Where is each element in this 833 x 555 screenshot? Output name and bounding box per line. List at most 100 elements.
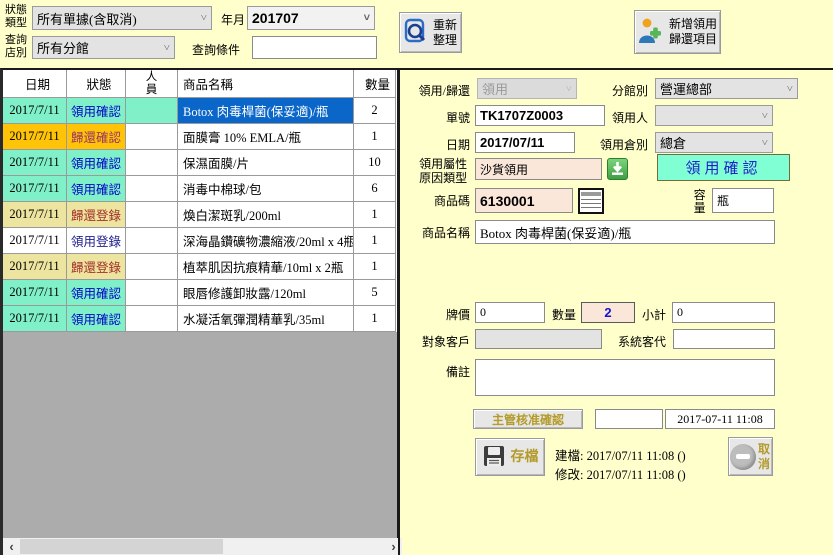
scrollbar-thumb[interactable] <box>20 539 223 554</box>
table-cell-status[interactable]: 領用確認 <box>67 280 126 306</box>
modified-timestamp: 修改: 2017/07/11 11:08 () <box>555 464 686 483</box>
table-cell-person[interactable] <box>126 124 178 150</box>
chevron-down-icon: ˅ <box>197 12 207 24</box>
syscode-input[interactable] <box>673 329 775 349</box>
table-row[interactable]: 2017/7/11領用確認 眼唇修護卸妝露/120ml5 <box>3 280 397 306</box>
table-cell-product[interactable]: 水凝活氧彈潤精華乳/35ml <box>178 306 354 332</box>
table-cell-qty[interactable]: 1 <box>354 124 396 150</box>
chevron-down-icon: ˅ <box>562 83 572 95</box>
table-cell-person[interactable] <box>126 228 178 254</box>
reason-input[interactable] <box>475 158 602 180</box>
note-label: 備註 <box>418 363 470 380</box>
table-row[interactable]: 2017/7/11領用確認 消毒中棉球/包6 <box>3 176 397 202</box>
product-lookup-button[interactable] <box>578 188 604 214</box>
table-cell-date[interactable]: 2017/7/11 <box>3 98 67 124</box>
date-input[interactable] <box>475 132 575 153</box>
table-cell-status[interactable]: 領用確認 <box>67 306 126 332</box>
table-cell-qty[interactable]: 1 <box>354 306 396 332</box>
table-cell-product[interactable]: 面膜膏 10% EMLA/瓶 <box>178 124 354 150</box>
add-item-button[interactable]: 新增領用歸還項目 <box>634 10 721 54</box>
cancel-button-label: 取消 <box>757 442 771 472</box>
table-cell-date[interactable]: 2017/7/11 <box>3 150 67 176</box>
table-cell-status[interactable]: 領用確認 <box>67 176 126 202</box>
doc-no-input[interactable] <box>475 105 605 126</box>
download-reason-button[interactable] <box>607 158 628 180</box>
table-cell-product[interactable]: 眼唇修護卸妝露/120ml <box>178 280 354 306</box>
table-cell-date[interactable]: 2017/7/11 <box>3 124 67 150</box>
refresh-button[interactable]: 重新整理 <box>399 12 462 53</box>
branch-select[interactable]: 營運總部 ˅ <box>655 78 798 99</box>
condition-label: 查詢條件 <box>192 41 240 58</box>
warehouse-label: 領用倉別 <box>588 136 648 153</box>
table-row[interactable]: 2017/7/11領用確認 Botox 肉毒桿菌(保妥適)/瓶2 <box>3 98 397 124</box>
table-cell-qty[interactable]: 1 <box>354 202 396 228</box>
product-name-input[interactable] <box>475 220 775 244</box>
table-row[interactable]: 2017/7/11領用登錄 深海晶鑽礦物濃縮液/20ml x 4瓶1 <box>3 228 397 254</box>
column-header-1: 狀態 <box>67 70 126 98</box>
table-cell-person[interactable] <box>126 150 178 176</box>
table-row[interactable]: 2017/7/11歸還確認 面膜膏 10% EMLA/瓶1 <box>3 124 397 150</box>
note-textarea[interactable] <box>475 359 775 396</box>
product-code-input[interactable] <box>475 188 573 213</box>
table-cell-product[interactable]: Botox 肉毒桿菌(保妥適)/瓶 <box>178 98 354 124</box>
approve-field-input[interactable] <box>595 409 663 429</box>
approve-time-input[interactable] <box>665 409 775 429</box>
condition-input[interactable] <box>252 36 377 59</box>
cancel-button[interactable]: 取消 <box>728 437 773 476</box>
table-empty-area <box>3 332 397 540</box>
capacity-input[interactable] <box>712 188 774 213</box>
minus-circle-icon <box>730 444 756 470</box>
table-cell-date[interactable]: 2017/7/11 <box>3 176 67 202</box>
save-button[interactable]: 存檔 <box>475 438 545 476</box>
table-cell-person[interactable] <box>126 306 178 332</box>
table-cell-qty[interactable]: 10 <box>354 150 396 176</box>
table-cell-date[interactable]: 2017/7/11 <box>3 280 67 306</box>
table-cell-qty[interactable]: 6 <box>354 176 396 202</box>
table-cell-product[interactable]: 消毒中棉球/包 <box>178 176 354 202</box>
yearmonth-select[interactable]: 201707 ˅ <box>247 6 375 30</box>
table-cell-product[interactable]: 煥白潔斑乳/200ml <box>178 202 354 228</box>
table-cell-status[interactable]: 領用確認 <box>67 150 126 176</box>
table-cell-person[interactable] <box>126 254 178 280</box>
store-filter-select[interactable]: 所有分館 ˅ <box>32 36 175 59</box>
table-cell-date[interactable]: 2017/7/11 <box>3 202 67 228</box>
table-cell-date[interactable]: 2017/7/11 <box>3 228 67 254</box>
subtotal-input[interactable] <box>672 302 775 323</box>
user-select[interactable]: ˅ <box>655 105 773 126</box>
table-cell-date[interactable]: 2017/7/11 <box>3 306 67 332</box>
table-cell-product[interactable]: 保濕面膜/片 <box>178 150 354 176</box>
table-row[interactable]: 2017/7/11歸還登錄 煥白潔斑乳/200ml1 <box>3 202 397 228</box>
status-type-select[interactable]: 所有單據(含取消) ˅ <box>32 6 212 30</box>
table-row[interactable]: 2017/7/11領用確認 水凝活氧彈潤精華乳/35ml1 <box>3 306 397 332</box>
column-header-0: 日期 <box>3 70 67 98</box>
qty-input[interactable] <box>581 302 635 323</box>
table-cell-status[interactable]: 歸還確認 <box>67 124 126 150</box>
approve-button[interactable]: 主管核准確認 <box>473 409 583 429</box>
branch-label: 分館別 <box>600 82 648 99</box>
table-cell-qty[interactable]: 5 <box>354 280 396 306</box>
table-cell-product[interactable]: 深海晶鑽礦物濃縮液/20ml x 4瓶 <box>178 228 354 254</box>
table-cell-person[interactable] <box>126 202 178 228</box>
table-cell-date[interactable]: 2017/7/11 <box>3 254 67 280</box>
date-label: 日期 <box>410 136 470 153</box>
scroll-left-icon[interactable]: ‹ <box>3 538 20 555</box>
use-confirm-button[interactable]: 領用確認 <box>657 154 790 181</box>
table-cell-product[interactable]: 植萃肌因抗痕精華/10ml x 2瓶 <box>178 254 354 280</box>
table-row[interactable]: 2017/7/11領用確認 保濕面膜/片10 <box>3 150 397 176</box>
table-cell-person[interactable] <box>126 98 178 124</box>
horizontal-scrollbar[interactable]: ‹ › <box>3 538 402 555</box>
warehouse-select[interactable]: 總倉 ˅ <box>655 132 773 153</box>
qty-label: 數量 <box>548 306 576 323</box>
store-filter-label: 查詢店別 <box>5 34 28 60</box>
table-cell-status[interactable]: 歸還登錄 <box>67 254 126 280</box>
table-row[interactable]: 2017/7/11歸還登錄 植萃肌因抗痕精華/10ml x 2瓶1 <box>3 254 397 280</box>
table-cell-qty[interactable]: 2 <box>354 98 396 124</box>
table-cell-person[interactable] <box>126 176 178 202</box>
table-cell-status[interactable]: 歸還登錄 <box>67 202 126 228</box>
table-cell-status[interactable]: 領用登錄 <box>67 228 126 254</box>
table-cell-qty[interactable]: 1 <box>354 254 396 280</box>
table-cell-person[interactable] <box>126 280 178 306</box>
table-cell-qty[interactable]: 1 <box>354 228 396 254</box>
table-cell-status[interactable]: 領用確認 <box>67 98 126 124</box>
price-input[interactable] <box>475 302 545 323</box>
